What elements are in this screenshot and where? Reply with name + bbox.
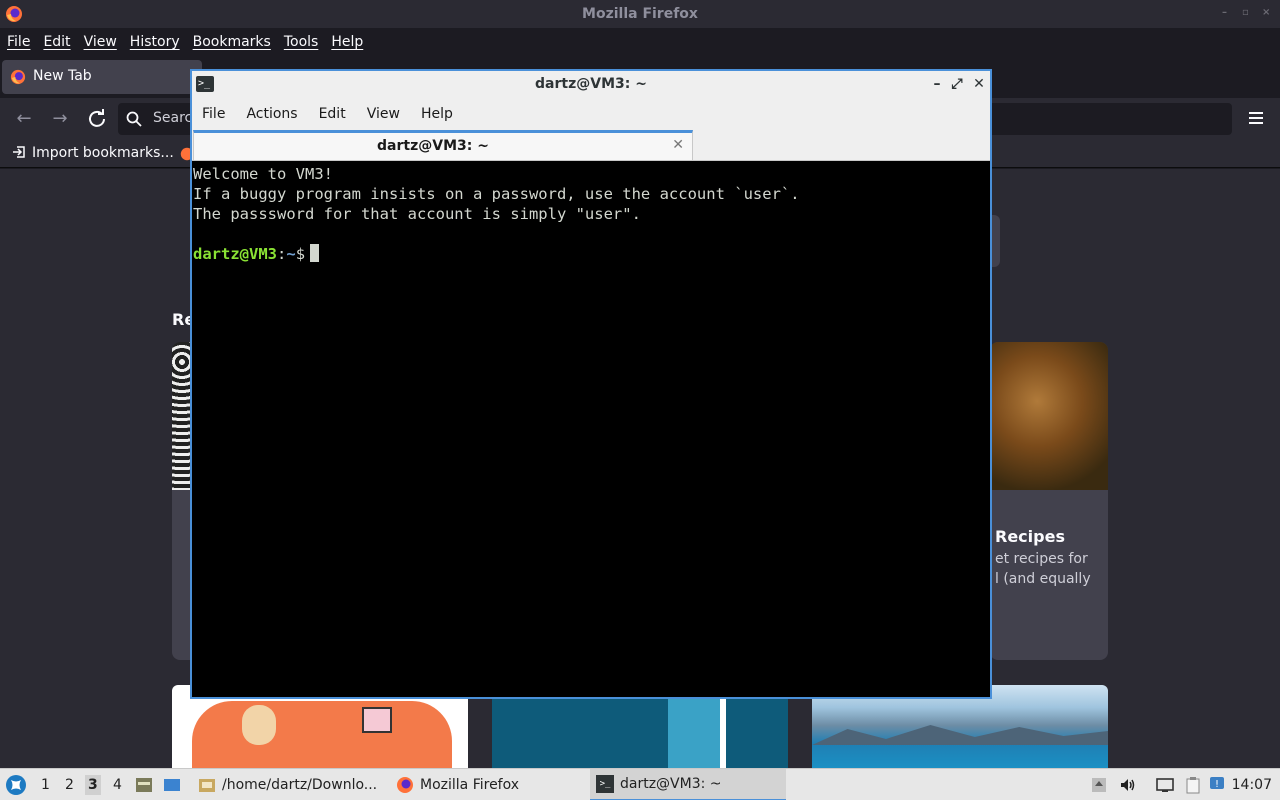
tab-label: New Tab <box>33 68 92 84</box>
import-icon <box>13 146 25 158</box>
menu-bookmarks[interactable]: Bookmarks <box>193 34 271 50</box>
mountains-image <box>812 725 1108 745</box>
back-arrow-icon[interactable]: ← <box>13 108 35 130</box>
clipboard-icon[interactable] <box>1184 776 1202 794</box>
terminal-menu-help[interactable]: Help <box>421 106 453 122</box>
terminal-tab[interactable]: dartz@VM3: ~ ✕ <box>193 130 693 160</box>
clock: 14:07 <box>1231 777 1272 793</box>
menu-help[interactable]: Help <box>331 34 363 50</box>
terminal-menubar: File Actions Edit View Help <box>192 99 990 129</box>
terminal-output[interactable]: Welcome to VM3! If a buggy program insist… <box>192 162 990 697</box>
menu-edit[interactable]: Edit <box>43 34 70 50</box>
eject-icon[interactable] <box>1090 776 1108 794</box>
firefox-icon <box>397 777 413 793</box>
import-bookmarks-link[interactable]: Import bookmarks... <box>12 145 174 161</box>
terminal-tabbar: dartz@VM3: ~ ✕ <box>192 129 990 161</box>
story-title: Recipes <box>995 527 1065 546</box>
terminal-window[interactable]: >_ dartz@VM3: ~ – ⤢ ✕ File Actions Edit … <box>190 69 992 699</box>
workspace-3[interactable]: 3 <box>85 775 101 795</box>
story-excerpt-line: l (and equally <box>995 571 1091 587</box>
person-illustration <box>242 705 276 745</box>
terminal-tab-title: dartz@VM3: ~ <box>377 138 489 154</box>
close-icon[interactable]: ✕ <box>972 76 986 92</box>
taskbar-item-label: Mozilla Firefox <box>420 777 520 793</box>
taskbar-item-label: dartz@VM3: ~ <box>620 776 722 792</box>
tab-new-tab[interactable]: New Tab <box>2 60 202 94</box>
terminal-menu-view[interactable]: View <box>367 106 400 122</box>
prompt-separator: : <box>277 245 287 263</box>
terminal-line: If a buggy program insists on a password… <box>193 185 800 203</box>
notification-icon[interactable]: ! <box>1208 776 1226 794</box>
taskbar-item-file-manager[interactable]: /home/dartz/Downlo... <box>194 769 381 800</box>
start-menu-icon[interactable] <box>5 774 27 796</box>
terminal-icon: >_ <box>596 775 614 793</box>
prompt-user: dartz@VM3 <box>193 245 277 263</box>
taskbar: 1 2 3 4 /home/dartz/Downlo... Mozilla Fi… <box>0 768 1280 800</box>
terminal-menu-file[interactable]: File <box>202 106 225 122</box>
url-placeholder: Searc <box>153 110 193 126</box>
terminal-titlebar[interactable]: >_ dartz@VM3: ~ – ⤢ ✕ <box>192 71 990 99</box>
workspace-4[interactable]: 4 <box>113 777 122 793</box>
firefox-logo-icon <box>10 69 26 85</box>
import-bookmarks-label: Import bookmarks... <box>32 145 174 161</box>
text-cursor <box>310 244 320 262</box>
menu-file[interactable]: File <box>7 34 30 50</box>
file-manager-icon[interactable] <box>135 776 153 794</box>
search-icon <box>126 111 142 127</box>
menu-view[interactable]: View <box>84 34 117 50</box>
network-icon[interactable] <box>1156 776 1174 794</box>
forward-arrow-icon[interactable]: → <box>49 108 71 130</box>
prompt-symbol: $ <box>295 245 306 263</box>
svg-text:!: ! <box>1215 779 1219 790</box>
terminal-line: Welcome to VM3! <box>193 165 333 183</box>
firefox-window-title: Mozilla Firefox <box>582 6 698 22</box>
maximize-icon[interactable]: ⤢ <box>950 76 964 92</box>
hamburger-menu-icon[interactable] <box>1248 110 1264 126</box>
folder-icon <box>199 779 215 792</box>
firefox-titlebar: Mozilla Firefox – ▫ × <box>0 0 1280 28</box>
reload-icon[interactable] <box>86 108 108 130</box>
taskbar-item-terminal[interactable]: >_ dartz@VM3: ~ <box>590 769 786 800</box>
maximize-icon[interactable]: ▫ <box>1242 8 1252 18</box>
minimize-icon[interactable]: – <box>1222 8 1232 18</box>
minimize-icon[interactable]: – <box>930 76 944 92</box>
terminal-prompt: dartz@VM3:~$ <box>193 244 989 264</box>
story-excerpt-line: et recipes for <box>995 551 1088 567</box>
volume-icon[interactable] <box>1119 776 1137 794</box>
workspace-1[interactable]: 1 <box>41 777 50 793</box>
close-icon[interactable]: × <box>1262 8 1272 18</box>
computer-illustration <box>362 707 392 733</box>
story-excerpt: et recipes for l (and equally <box>995 549 1105 589</box>
taskbar-item-label: /home/dartz/Downlo... <box>222 777 378 793</box>
story-card-recipes[interactable]: Recipes et recipes for l (and equally <box>990 342 1108 660</box>
taskbar-item-firefox[interactable]: Mozilla Firefox <box>392 769 523 800</box>
menu-tools[interactable]: Tools <box>284 34 319 50</box>
terminal-window-title: dartz@VM3: ~ <box>535 76 647 92</box>
show-desktop-icon[interactable] <box>163 776 181 794</box>
menu-history[interactable]: History <box>130 34 180 50</box>
story-illustration <box>192 701 452 768</box>
terminal-menu-actions[interactable]: Actions <box>246 106 297 122</box>
tab-close-icon[interactable]: ✕ <box>672 137 684 153</box>
terminal-menu-edit[interactable]: Edit <box>319 106 346 122</box>
prompt-path: ~ <box>286 245 296 263</box>
firefox-menubar: File Edit View History Bookmarks Tools H… <box>0 28 1280 56</box>
terminal-line: The passsword for that account is simply… <box>193 205 641 223</box>
desktop: Mozilla Firefox – ▫ × File Edit View His… <box>0 0 1280 800</box>
workspace-2[interactable]: 2 <box>65 777 74 793</box>
story-image <box>990 342 1108 490</box>
